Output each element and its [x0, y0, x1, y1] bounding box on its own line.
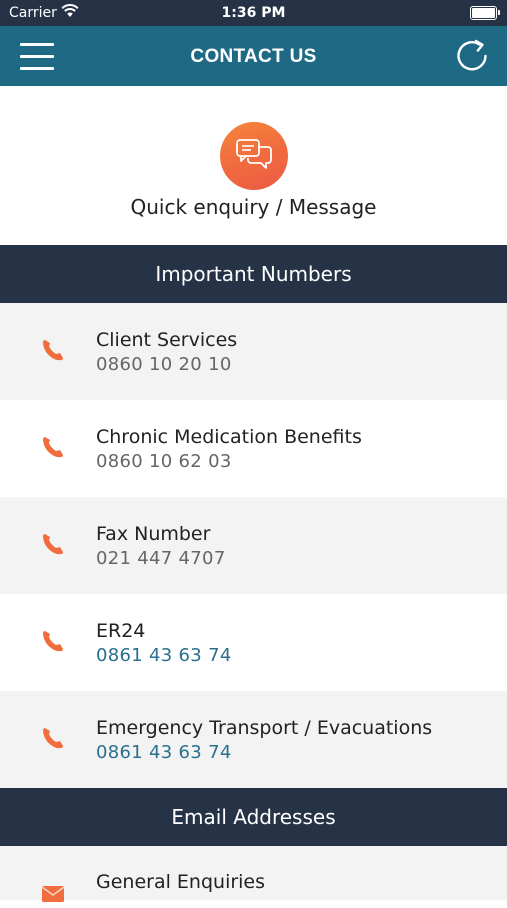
phone-icon	[43, 534, 63, 555]
refresh-icon[interactable]	[455, 39, 489, 73]
phone-icon	[43, 631, 63, 652]
contact-name: ER24	[96, 620, 146, 642]
contact-name: Chronic Medication Benefits	[96, 426, 362, 448]
contact-number-link[interactable]: 0861 43 63 74	[96, 645, 232, 666]
contact-row-fax-number[interactable]: Fax Number 021 447 4707	[0, 497, 507, 594]
page-title: CONTACT US	[190, 46, 317, 67]
contact-number: 021 447 4707	[96, 548, 226, 569]
status-bar: Carrier 1:36 PM	[0, 0, 507, 26]
chat-bubbles-icon	[220, 122, 288, 190]
battery-icon	[470, 6, 500, 20]
contact-name: Emergency Transport / Evacuations	[96, 717, 433, 739]
nav-bar: CONTACT US	[0, 26, 507, 86]
phone-icon	[43, 728, 63, 749]
contact-row-er24[interactable]: ER24 0861 43 63 74	[0, 594, 507, 691]
contact-number: 0860 10 20 10	[96, 354, 232, 375]
contact-row-client-services[interactable]: Client Services 0860 10 20 10	[0, 303, 507, 400]
contact-number-link[interactable]: 0861 43 63 74	[96, 742, 232, 763]
section-header-email-addresses: Email Addresses	[0, 788, 507, 846]
contact-name: Fax Number	[96, 523, 211, 545]
clock: 1:36 PM	[221, 5, 286, 21]
contact-row-emergency-transport[interactable]: Emergency Transport / Evacuations 0861 4…	[0, 691, 507, 788]
section-header-important-numbers: Important Numbers	[0, 245, 507, 303]
email-name: General Enquiries	[96, 871, 266, 893]
phone-icon	[43, 437, 63, 458]
contact-number: 0860 10 62 03	[96, 451, 232, 472]
contact-name: Client Services	[96, 329, 238, 351]
quick-enquiry-button[interactable]: Quick enquiry / Message	[0, 86, 507, 245]
contact-row-chronic-medication[interactable]: Chronic Medication Benefits 0860 10 62 0…	[0, 400, 507, 497]
mail-icon	[41, 886, 65, 902]
phone-icon	[43, 340, 63, 361]
email-row-general-enquiries[interactable]: General Enquiries	[0, 846, 507, 902]
quick-enquiry-label: Quick enquiry / Message	[130, 195, 377, 219]
